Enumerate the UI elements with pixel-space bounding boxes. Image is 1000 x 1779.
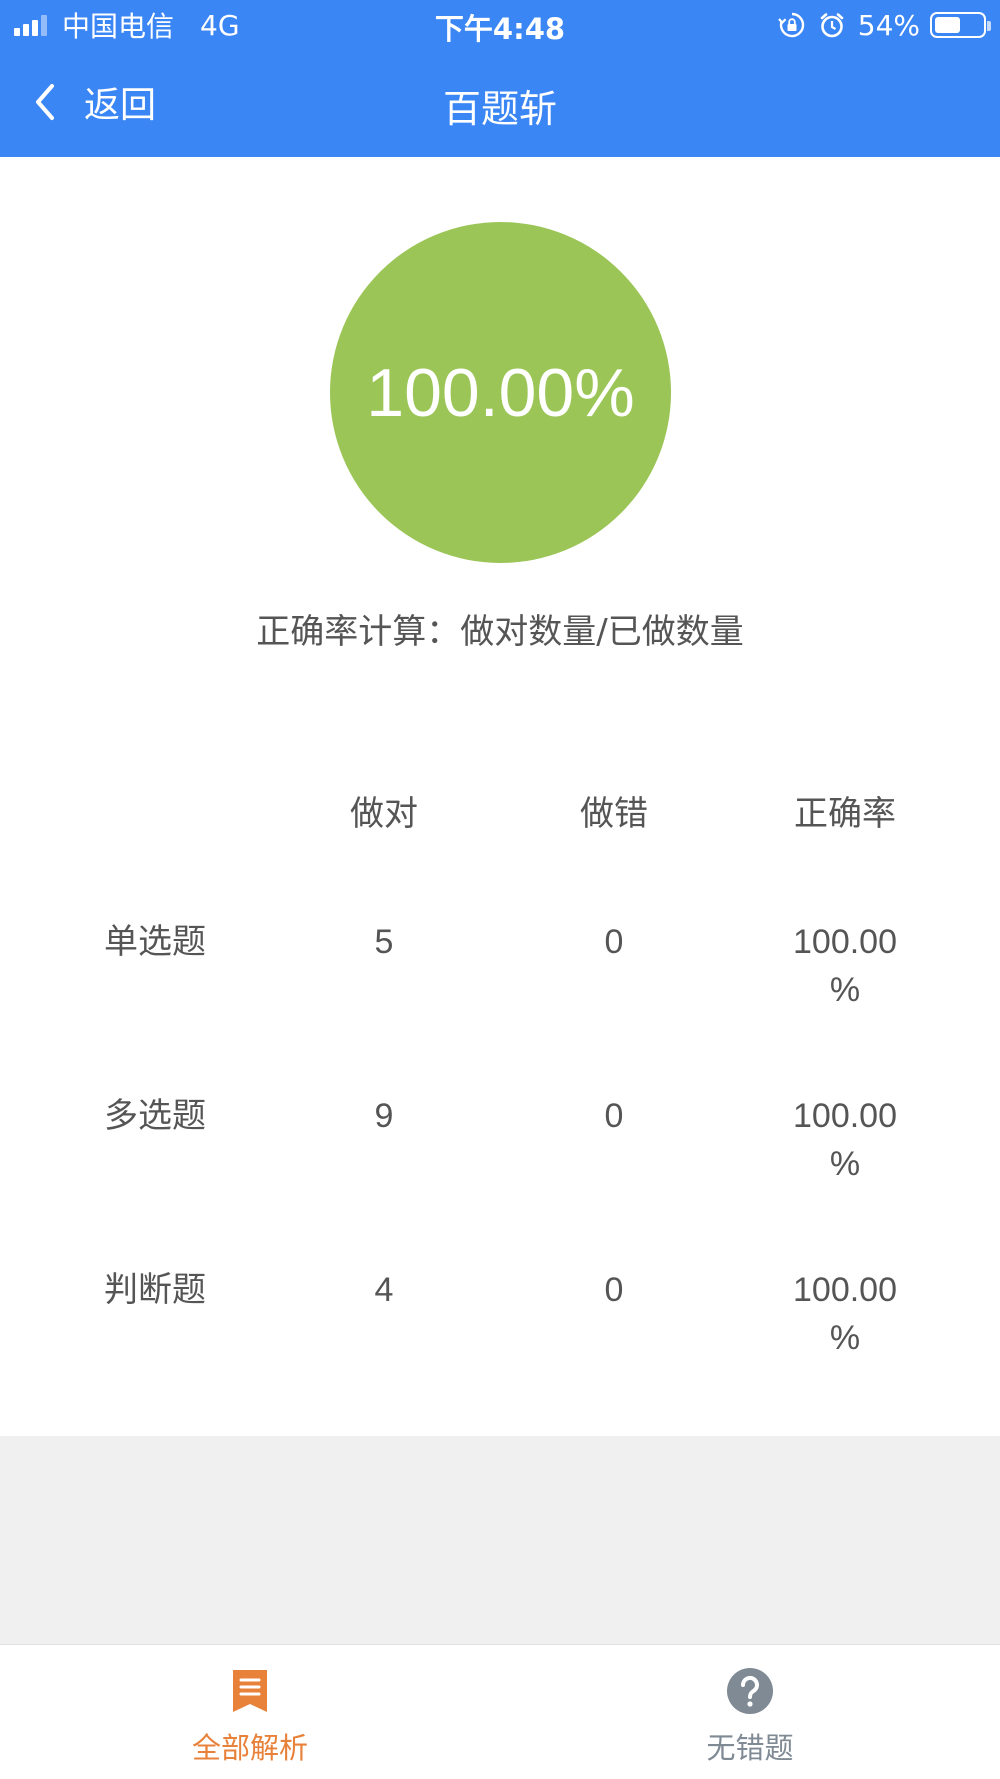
tab-all-analysis[interactable]: 全部解析 [0,1645,500,1779]
app-header: 中国电信 4G 下午4:48 54% 返回 百题斩 [0,0,1000,157]
formula-note: 正确率计算：做对数量/已做数量 [256,612,744,652]
rate-value: 100.00 [793,1271,897,1309]
row-correct-count: 9 [374,1097,394,1135]
rate-unit: % [829,971,861,1009]
row-wrong-count: 0 [604,1271,624,1309]
accuracy-score: 100.00% [366,354,635,431]
row-accuracy-rate: 100.00 % [730,1266,960,1362]
row-correct-count: 5 [374,923,394,961]
rate-value: 100.00 [793,1097,897,1135]
rotation-lock-icon [777,12,804,38]
battery-fill [935,17,960,33]
status-right: 54% [777,8,991,42]
row-accuracy-rate: 100.00 % [730,918,960,1014]
header-correct: 做对 [350,795,418,833]
tab-no-errors[interactable]: 无错题 [500,1645,1000,1779]
battery-icon [930,12,991,38]
rate-value: 100.00 [793,923,897,961]
rate-unit: % [829,1319,861,1357]
row-wrong-count: 0 [604,1097,624,1135]
question-circle-icon [727,1668,773,1714]
nav-bar: 返回 百题斩 [0,50,1000,157]
row-accuracy-rate: 100.00 % [730,1092,960,1188]
alarm-icon [820,13,844,38]
row-type-label: 多选题 [104,1097,206,1135]
tab-label: 全部解析 [191,1731,308,1765]
row-correct-count: 4 [374,1271,394,1309]
empty-area [0,1436,1000,1644]
row-type-label: 单选题 [104,923,206,961]
row-type-label: 判断题 [104,1271,206,1309]
header-rate: 正确率 [794,795,896,833]
list-bookmark-icon [233,1670,267,1712]
row-wrong-count: 0 [604,923,624,961]
bottom-tab-bar: 全部解析 无错题 [0,1644,1000,1778]
score-circle: 100.00% [330,222,671,563]
page-title: 百题斩 [442,87,557,131]
header-wrong: 做错 [580,795,648,833]
tab-label: 无错题 [706,1731,794,1765]
status-bar: 中国电信 4G 下午4:48 54% [0,0,1000,50]
battery-percent: 54% [857,8,920,42]
rate-unit: % [829,1145,861,1183]
